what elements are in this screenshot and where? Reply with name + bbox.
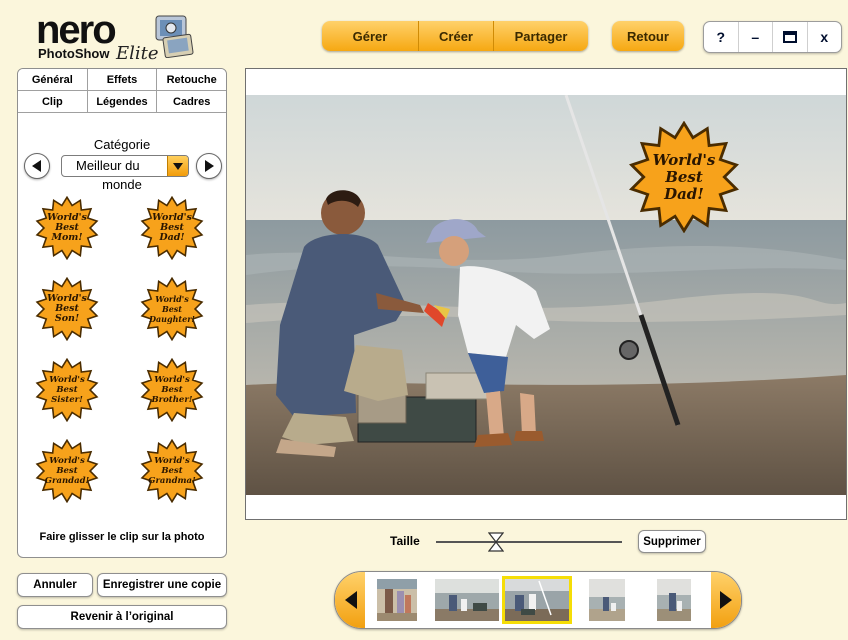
clip-best-brother[interactable]: World's Best Brother! bbox=[140, 358, 204, 422]
tab-captions[interactable]: Légendes bbox=[87, 91, 158, 112]
delete-button[interactable]: Supprimer bbox=[638, 530, 706, 553]
category-select[interactable]: Meilleur du bbox=[61, 155, 189, 177]
category-prev-button[interactable] bbox=[24, 153, 50, 179]
logo-graphic-icon bbox=[155, 15, 194, 58]
close-button[interactable]: x bbox=[808, 22, 842, 52]
back-button[interactable]: Retour bbox=[612, 21, 684, 51]
right-arrow-icon bbox=[720, 591, 732, 609]
tab-row-1: Général Effets Retouche bbox=[18, 69, 226, 91]
save-copy-button[interactable]: Enregistrer une copie bbox=[97, 573, 227, 597]
clip-best-sister[interactable]: World's Best Sister! bbox=[35, 358, 99, 422]
minimize-button[interactable]: – bbox=[739, 22, 773, 52]
filmstrip-thumbnail[interactable] bbox=[589, 579, 625, 621]
nero-logo: nero PhotoShow Elite bbox=[30, 8, 210, 70]
size-slider[interactable] bbox=[436, 532, 622, 552]
clip-best-mom[interactable]: World's Best Mom! bbox=[35, 196, 99, 260]
logo-product: PhotoShow bbox=[38, 46, 110, 61]
dropdown-arrow-icon[interactable] bbox=[167, 156, 188, 176]
left-arrow-icon bbox=[345, 591, 357, 609]
manage-button[interactable]: Gérer bbox=[322, 21, 419, 51]
tab-general[interactable]: Général bbox=[18, 69, 88, 90]
main-mode-tabs: Gérer Créer Partager bbox=[322, 21, 588, 51]
placed-clip-best-dad[interactable]: World's Best Dad! bbox=[628, 120, 740, 234]
maximize-icon bbox=[782, 31, 797, 43]
right-arrow-icon bbox=[205, 160, 214, 172]
clip-best-daughter[interactable]: World's Best Daughter! bbox=[140, 277, 204, 341]
category-select-wrap-text: monde bbox=[102, 177, 142, 192]
window-controls: ? – x bbox=[703, 21, 842, 53]
filmstrip-thumbnail-selected[interactable] bbox=[502, 576, 572, 624]
filmstrip-next-button[interactable] bbox=[711, 572, 741, 628]
back-group: Retour bbox=[612, 21, 684, 51]
share-button[interactable]: Partager bbox=[494, 21, 588, 51]
clip-best-grandad[interactable]: World's Best Grandad! bbox=[35, 439, 99, 503]
category-select-value: Meilleur du bbox=[76, 158, 140, 173]
clip-best-son[interactable]: World's Best Son! bbox=[35, 277, 99, 341]
photo-filmstrip bbox=[334, 571, 742, 629]
tab-clip[interactable]: Clip bbox=[18, 91, 88, 112]
tab-row-2: Clip Légendes Cadres bbox=[18, 91, 226, 113]
create-button[interactable]: Créer bbox=[419, 21, 494, 51]
left-arrow-icon bbox=[32, 160, 41, 172]
size-slider-track bbox=[436, 541, 622, 543]
maximize-button[interactable] bbox=[773, 22, 808, 52]
beach-fishing-photo bbox=[246, 95, 846, 495]
filmstrip-thumbnail[interactable] bbox=[377, 579, 417, 621]
filmstrip-prev-button[interactable] bbox=[335, 572, 365, 628]
category-label: Catégorie bbox=[93, 137, 151, 152]
hourglass-slider-icon[interactable] bbox=[487, 532, 504, 552]
help-button[interactable]: ? bbox=[704, 22, 739, 52]
revert-to-original-button[interactable]: Revenir à l’original bbox=[17, 605, 227, 629]
tab-retouch[interactable]: Retouche bbox=[157, 69, 226, 90]
cancel-button[interactable]: Annuler bbox=[17, 573, 93, 597]
tab-frames[interactable]: Cadres bbox=[157, 91, 226, 112]
filmstrip-thumbnail[interactable] bbox=[657, 579, 691, 621]
category-next-button[interactable] bbox=[196, 153, 222, 179]
tab-effects[interactable]: Effets bbox=[87, 69, 158, 90]
photo-canvas[interactable]: World's Best Dad! bbox=[245, 68, 847, 520]
drag-hint-text: Faire glisser le clip sur la photo bbox=[39, 531, 205, 543]
clip-best-grandma[interactable]: World's Best Grandma! bbox=[140, 439, 204, 503]
clip-best-dad[interactable]: World's Best Dad! bbox=[140, 196, 204, 260]
filmstrip-thumbnail[interactable] bbox=[435, 579, 499, 621]
clip-panel: Général Effets Retouche Clip Légendes Ca… bbox=[17, 68, 227, 558]
size-label: Taille bbox=[390, 534, 420, 548]
